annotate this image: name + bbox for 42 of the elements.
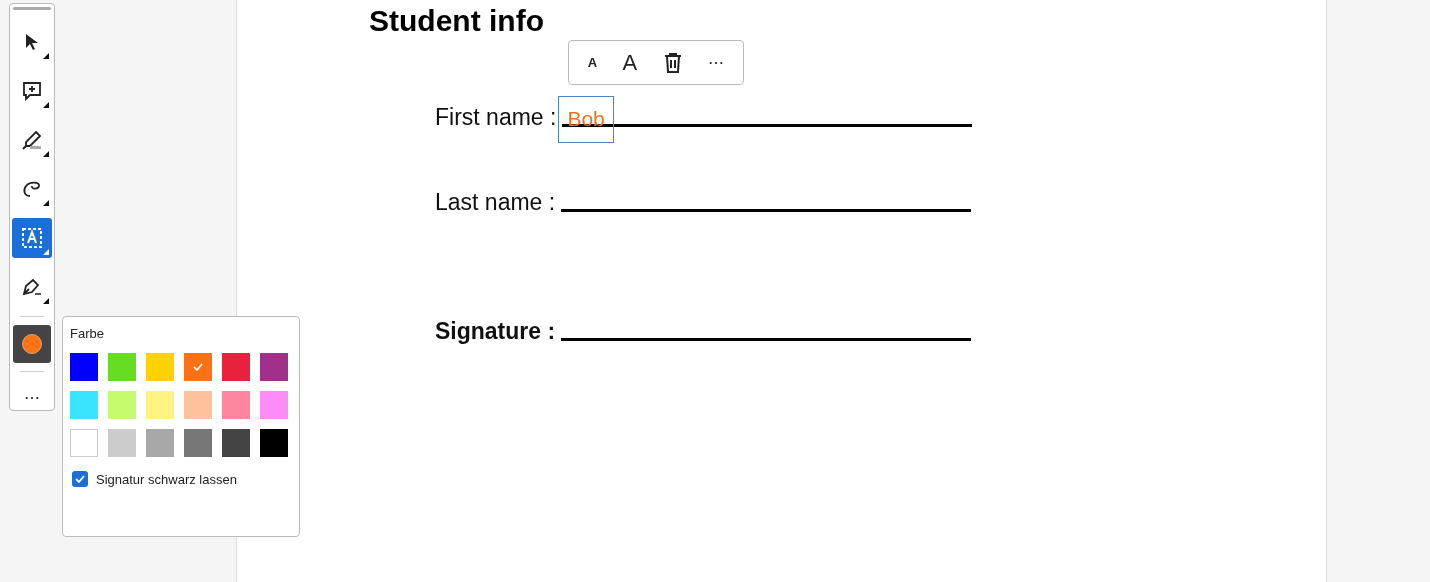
- more-button[interactable]: ⋯: [18, 386, 46, 409]
- color-swatch[interactable]: [184, 429, 212, 457]
- checkbox[interactable]: [72, 471, 88, 487]
- color-swatch[interactable]: [146, 429, 174, 457]
- pen-icon: [21, 277, 43, 297]
- textbox-tool-button[interactable]: [12, 218, 52, 258]
- cursor-icon: [25, 33, 39, 51]
- color-swatch[interactable]: [146, 391, 174, 419]
- increase-font-button[interactable]: A: [618, 47, 642, 78]
- color-swatch[interactable]: [260, 353, 288, 381]
- decrease-font-button[interactable]: A: [583, 53, 602, 72]
- color-swatch[interactable]: [146, 353, 174, 381]
- popup-title: Farbe: [70, 326, 105, 341]
- field-label: First name :: [435, 104, 557, 131]
- color-swatch[interactable]: [108, 429, 136, 457]
- more-button[interactable]: ⋯: [704, 51, 729, 74]
- color-swatch[interactable]: [222, 353, 250, 381]
- fill-in-line[interactable]: [562, 124, 973, 127]
- highlighter-icon: [21, 130, 43, 150]
- color-swatch[interactable]: [260, 429, 288, 457]
- comment-icon: [22, 81, 42, 101]
- document-title: Student info: [369, 4, 544, 38]
- color-swatch[interactable]: [70, 429, 98, 457]
- checkbox-label: Signatur schwarz lassen: [96, 471, 237, 487]
- drag-handle[interactable]: [13, 7, 51, 10]
- color-swatch[interactable]: [184, 353, 212, 381]
- color-swatch[interactable]: [108, 391, 136, 419]
- check-icon: [193, 363, 203, 371]
- field-label: Signature :: [435, 318, 556, 345]
- color-swatch[interactable]: [184, 391, 212, 419]
- color-button[interactable]: [13, 325, 51, 363]
- color-swatch[interactable]: [222, 429, 250, 457]
- color-swatch[interactable]: [70, 353, 98, 381]
- text-box-icon: [21, 227, 43, 249]
- check-icon: [75, 475, 85, 483]
- color-swatch[interactable]: [70, 391, 98, 419]
- field-label: Last name :: [435, 189, 556, 216]
- trash-icon: [662, 51, 683, 74]
- freehand-icon: [22, 180, 42, 198]
- color-swatch[interactable]: [222, 391, 250, 419]
- color-swatch[interactable]: [260, 391, 288, 419]
- color-swatch[interactable]: [108, 353, 136, 381]
